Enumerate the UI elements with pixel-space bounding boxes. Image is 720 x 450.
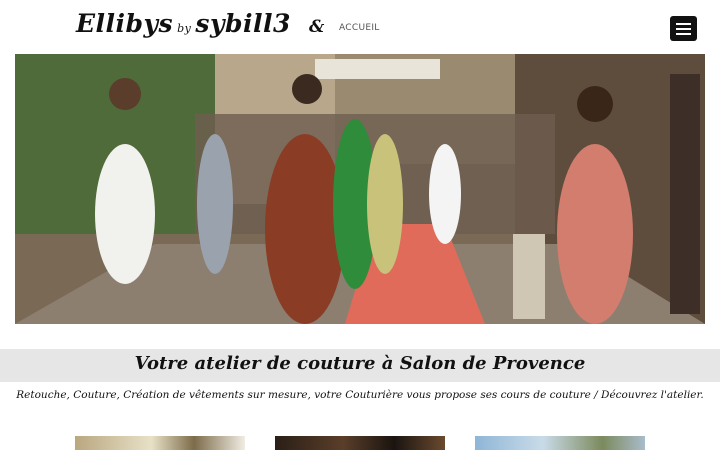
thumbnail-image[interactable] [275, 436, 445, 450]
logo-by: by [177, 22, 192, 35]
nav-link-home[interactable]: ACCUEIL [339, 23, 380, 33]
hero-photo-illustration [15, 54, 705, 324]
thumbnail-image[interactable] [475, 436, 645, 450]
site-header: Ellibys by sybill3 & ACCUEIL [0, 0, 720, 54]
page-title: Votre atelier de couture à Salon de Prov… [134, 353, 586, 374]
monogram-icon[interactable]: & [309, 17, 324, 37]
hero-photo [15, 54, 705, 324]
site-logo[interactable]: Ellibys by sybill3 [76, 9, 291, 38]
title-banner: Votre atelier de couture à Salon de Prov… [0, 349, 720, 382]
logo-second: sybill3 [195, 9, 291, 38]
menu-toggle-button[interactable] [670, 16, 697, 41]
hamburger-icon-line [676, 33, 691, 35]
tagline: Retouche, Couture, Création de vêtements… [16, 389, 704, 401]
hamburger-icon-line [676, 28, 691, 30]
hamburger-icon-line [676, 23, 691, 25]
thumbnail-image[interactable] [75, 436, 245, 450]
logo-main: Ellibys [76, 9, 174, 38]
